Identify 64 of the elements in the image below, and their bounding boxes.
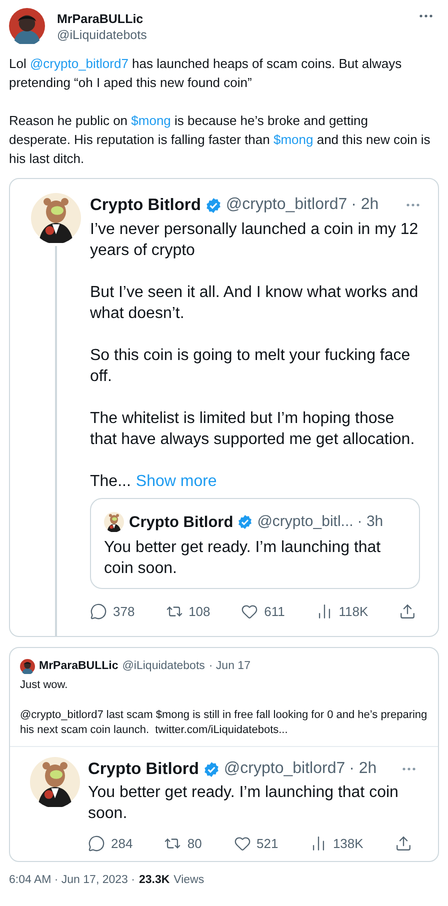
count: 108 [188, 603, 210, 621]
more-icon[interactable] [419, 14, 433, 18]
avatar[interactable] [104, 512, 124, 532]
reply-icon [90, 603, 107, 620]
tweet-text: Lol @crypto_bitlord7 has launched heaps of scam coins. But always pretending “oh I aped this new found coin” [9, 55, 403, 92]
count: 138K [332, 834, 364, 852]
author-handle[interactable]: @crypto_bitlord7 [226, 193, 348, 218]
more-icon[interactable] [406, 203, 420, 208]
tweet-text: You better get ready. I’m launching that coin soon. [104, 538, 382, 579]
count: 80 [187, 834, 202, 852]
avatar[interactable] [20, 658, 35, 674]
count: 118K [338, 603, 368, 621]
author-name[interactable]: MrParaBULLic [39, 658, 118, 675]
heart-icon [234, 834, 251, 852]
tweet-text: Reason he public on $mong is because he’s broke and getting desperate. His reputation is falling faster than $mong and this new coin is his last ditch. [9, 112, 431, 168]
share-icon [395, 834, 412, 852]
timestamp: · Jun 17 [208, 658, 250, 674]
repost-button[interactable]: 108 [166, 602, 210, 622]
tweet-text: The... [90, 472, 131, 492]
timestamp: · 2h [351, 195, 379, 216]
author-handle[interactable]: @iLiquidatebots [57, 27, 147, 43]
count: 284 [111, 834, 133, 852]
count: 611 [264, 603, 285, 621]
heart-icon [241, 603, 258, 620]
views-button[interactable]: 138K [310, 834, 364, 853]
share-button[interactable] [395, 834, 412, 852]
views-label: Views [174, 873, 204, 888]
tweet-text: I’ve never personally launched a coin in my 12 years of crypto [90, 220, 420, 261]
quote-card[interactable] [9, 178, 439, 636]
timestamp: · 3h [357, 512, 384, 532]
repost-button[interactable]: 80 [164, 834, 202, 853]
tweet-text: Just wow. [20, 678, 69, 693]
author-name[interactable]: Crypto Bitlord [88, 756, 199, 782]
share-button[interactable] [398, 603, 416, 620]
views-button[interactable]: 118K [316, 602, 368, 622]
author-name[interactable]: Crypto Bitlord [90, 193, 201, 218]
author-name[interactable]: Crypto Bitlord [129, 510, 234, 534]
embedded-tweet-image[interactable]: Crypto Bitlord @crypto_bitlord7 · 2h You better get ready. I’m launching that coin soon. 284 80 521 138K [10, 746, 438, 861]
more-icon[interactable] [402, 767, 416, 772]
avatar[interactable] [30, 756, 80, 807]
timestamp: · 2h [349, 759, 377, 780]
like-button[interactable]: 521 [234, 834, 278, 853]
quote-card[interactable] [9, 646, 439, 862]
share-icon [398, 603, 416, 620]
author-handle[interactable]: @crypto_bitl... [257, 511, 354, 534]
reply-icon [88, 834, 105, 852]
quoted-tweet-card[interactable]: Crypto Bitlord @crypto_bitl... · 3h You better get ready. I’m launching that coin soon. [90, 498, 420, 589]
views-count: 23.3K [138, 873, 170, 888]
tweet-text: So this coin is going to melt your fucking face off. [90, 346, 412, 387]
avatar[interactable] [31, 193, 81, 243]
author-handle[interactable]: @crypto_bitlord7 [224, 757, 346, 782]
count: 378 [113, 603, 135, 621]
avatar[interactable] [9, 8, 45, 44]
tweet-text: But I’ve seen it all. And I know what works and what doesn’t. [90, 282, 420, 324]
author-name[interactable]: MrParaBULLic [57, 11, 147, 27]
tweet-text: @crypto_bitlord7 last scam $mong is still in free fall looking for 0 and he’s preparing his next scam coin launch. twitter.com/iLiquidatebots... [20, 708, 428, 738]
tweet-text: The whitelist is limited but I’m hoping those that have always supported me get allocation. [90, 408, 416, 450]
count: 521 [256, 834, 278, 852]
reply-button[interactable]: 284 [88, 834, 133, 853]
post-timestamp[interactable]: 6:04 AM · Jun 17, 2023 · [9, 872, 135, 890]
author-handle[interactable]: @iLiquidatebots [122, 658, 205, 675]
reply-button[interactable]: 378 [90, 602, 135, 622]
like-button[interactable]: 611 [241, 602, 285, 622]
tweet-text: You better get ready. I’m launching that coin soon. [88, 782, 400, 824]
